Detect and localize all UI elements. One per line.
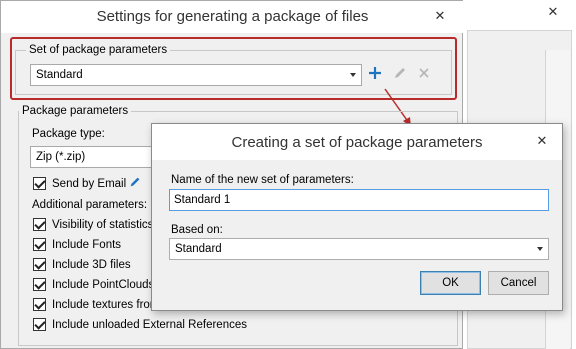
new-set-name-input[interactable] [169, 189, 549, 211]
based-on-select[interactable]: Standard [169, 238, 549, 260]
additional-parameters-label: Additional parameters: [32, 199, 148, 211]
option-label: Include PointClouds [52, 279, 155, 291]
option-checkbox[interactable]: Visibility of statistics [33, 217, 153, 233]
popup-close-icon[interactable]: ✕ [534, 132, 550, 150]
checkbox-checked-icon [33, 318, 46, 331]
option-checkbox[interactable]: Include unloaded External References [33, 317, 247, 333]
background-window-close-icon[interactable]: ✕ [545, 4, 561, 20]
cancel-button[interactable]: Cancel [488, 271, 549, 295]
checkbox-checked-icon [33, 238, 46, 251]
checkbox-checked-icon [33, 258, 46, 271]
option-label: Include unloaded External References [52, 319, 247, 331]
based-on-value: Standard [175, 243, 222, 255]
ok-button[interactable]: OK [420, 271, 481, 295]
send-by-email-label: Send by Email [52, 178, 127, 190]
checkbox-checked-icon [33, 278, 46, 291]
close-icon[interactable]: ✕ [432, 7, 448, 25]
option-label: Include textures from [52, 299, 160, 311]
option-label: Include Fonts [52, 239, 122, 251]
option-checkbox[interactable]: Include PointClouds [33, 277, 154, 293]
edit-email-pencil-icon[interactable] [127, 175, 143, 193]
package-type-value: Zip (*.zip) [36, 151, 86, 163]
checkbox-checked-icon [33, 218, 46, 231]
option-checkbox[interactable]: Include 3D files [33, 257, 131, 273]
package-params-group-label: Package parameters [19, 104, 132, 118]
new-set-name-label: Name of the new set of parameters: [171, 174, 354, 186]
option-checkbox[interactable]: Include textures from [33, 297, 159, 313]
based-on-label: Based on: [171, 224, 223, 236]
create-parameter-set-dialog: Creating a set of package parameters ✕ N… [151, 123, 563, 311]
checkbox-checked-icon [33, 298, 46, 311]
popup-title: Creating a set of package parameters [152, 124, 562, 160]
package-type-select[interactable]: Zip (*.zip) [30, 146, 170, 168]
option-label: Include 3D files [52, 259, 131, 271]
package-type-label: Package type: [32, 128, 105, 140]
chevron-down-icon [537, 247, 543, 251]
checkbox-checked-icon [33, 177, 46, 190]
option-label: Visibility of statistics [52, 219, 154, 231]
dialog-title: Settings for generating a package of fil… [1, 1, 464, 33]
option-checkbox[interactable]: Include Fonts [33, 237, 121, 253]
send-by-email-checkbox[interactable]: Send by Email [33, 176, 126, 192]
